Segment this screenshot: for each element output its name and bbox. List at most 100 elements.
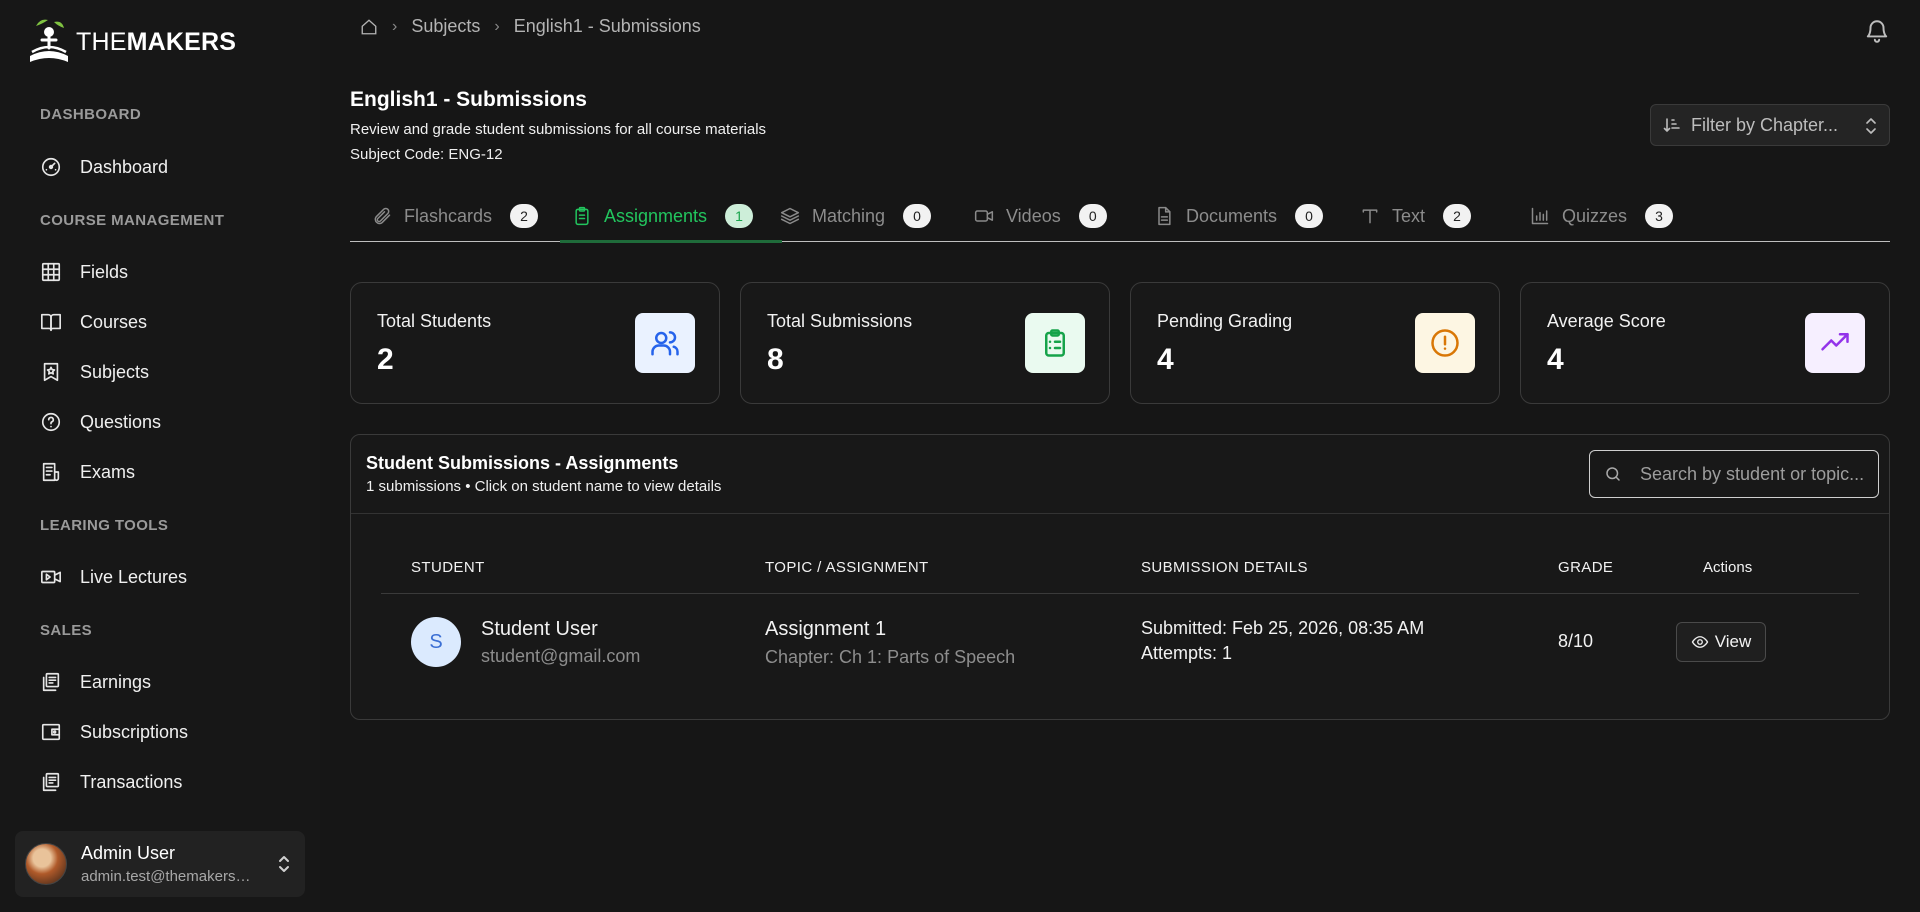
submissions-panel: Student Submissions - Assignments 1 subm… — [350, 434, 1890, 720]
column-header-student: STUDENT — [411, 559, 485, 576]
video-icon — [41, 570, 61, 584]
stat-label: Total Submissions — [767, 311, 913, 331]
chapter-filter-select[interactable]: Filter by Chapter... — [1650, 104, 1890, 146]
tab-videos[interactable]: Videos 0 — [974, 190, 1107, 242]
tab-documents[interactable]: Documents 0 — [1154, 190, 1324, 242]
column-header-submission-details: SUBMISSION DETAILS — [1141, 559, 1308, 576]
search-icon — [1606, 467, 1620, 481]
submitted-date: Submitted: Feb 25, 2026, 08:35 AM — [1141, 618, 1425, 638]
sidebar-item-label: Dashboard — [80, 156, 169, 177]
student-email: student@gmail.com — [481, 646, 641, 666]
brand-logo[interactable]: THEMAKERS — [24, 14, 236, 70]
sidebar-item-label: Exams — [80, 461, 136, 482]
avatar — [25, 843, 67, 885]
video-icon — [974, 210, 994, 222]
assignment-topic: Assignment 1 — [765, 618, 887, 640]
grid-icon — [41, 262, 61, 282]
section-label-sales: SALES — [40, 622, 93, 639]
search-input[interactable] — [1640, 463, 1870, 485]
tab-label: Quizzes — [1562, 205, 1628, 226]
section-label-course-management: COURSE MANAGEMENT — [40, 212, 225, 229]
breadcrumb-subjects[interactable]: Subjects — [411, 16, 480, 37]
gauge-icon — [41, 157, 61, 177]
stat-value: 8 — [767, 343, 784, 376]
view-button-label: View — [1714, 632, 1752, 651]
user-email: admin.test@themakers.com — [81, 868, 253, 885]
grade-value: 8/10 — [1558, 631, 1594, 651]
sidebar-item-label: Live Lectures — [80, 566, 188, 587]
divider — [351, 513, 1889, 514]
home-icon[interactable] — [360, 18, 378, 36]
layers-icon — [780, 207, 800, 225]
tab-flashcards[interactable]: Flashcards 2 — [372, 190, 539, 242]
active-tab-indicator — [560, 240, 782, 243]
tab-count-badge: 0 — [1295, 204, 1324, 228]
sidebar-item-dashboard[interactable]: Dashboard — [40, 152, 168, 182]
stat-icon-box — [1805, 313, 1865, 373]
section-label-dashboard: DASHBOARD — [40, 106, 142, 123]
stat-icon-box — [1025, 313, 1085, 373]
stat-label: Total Students — [377, 311, 492, 331]
logo-mark-icon — [30, 19, 68, 62]
stat-label: Pending Grading — [1157, 311, 1293, 331]
bookmark-star-icon — [43, 362, 59, 382]
sidebar-item-courses[interactable]: Courses — [40, 307, 147, 337]
section-label-learning-tools: LEARING TOOLS — [40, 517, 169, 534]
tab-assignments[interactable]: Assignments 1 — [572, 190, 754, 242]
search-box[interactable] — [1589, 450, 1879, 498]
tab-label: Flashcards — [404, 205, 493, 226]
student-avatar: S — [411, 617, 461, 667]
sort-icon — [1663, 118, 1680, 133]
chevron-right-icon: › — [392, 17, 398, 35]
text-icon — [1362, 209, 1378, 224]
sidebar-item-live-lectures[interactable]: Live Lectures — [40, 562, 187, 592]
page-subtitle: Review and grade student submissions for… — [350, 121, 767, 138]
notifications-button[interactable] — [1864, 18, 1890, 44]
tab-count-badge: 0 — [1078, 204, 1107, 228]
tab-label: Videos — [1006, 205, 1061, 226]
assignment-chapter: Chapter: Ch 1: Parts of Speech — [765, 647, 1016, 667]
question-circle-icon — [41, 412, 61, 432]
view-button[interactable]: View — [1676, 622, 1766, 662]
receipt-stack-icon — [42, 772, 60, 792]
breadcrumb: › Subjects › English1 - Submissions — [360, 16, 701, 37]
paperclip-icon — [374, 207, 391, 225]
sidebar-item-subscriptions[interactable]: Subscriptions — [40, 717, 188, 747]
tab-count-badge: 1 — [725, 204, 754, 228]
sidebar-item-label: Earnings — [80, 671, 152, 692]
sidebar-item-subjects[interactable]: Subjects — [40, 357, 149, 387]
sidebar-item-exams[interactable]: Exams — [40, 457, 135, 487]
sidebar-item-transactions[interactable]: Transactions — [40, 767, 182, 797]
tab-text[interactable]: Text 2 — [1360, 190, 1472, 242]
stat-label: Average Score — [1547, 311, 1666, 331]
tab-count-badge: 0 — [903, 204, 932, 228]
page-title: English1 - Submissions — [350, 88, 587, 111]
attempts-count: Attempts: 1 — [1141, 643, 1233, 663]
tab-matching[interactable]: Matching 0 — [780, 190, 932, 242]
user-menu[interactable]: Admin User admin.test@themakers.com — [15, 831, 305, 897]
panel-title: Student Submissions - Assignments — [366, 453, 679, 473]
column-header-grade: GRADE — [1558, 559, 1614, 576]
student-name-link[interactable]: Student User — [481, 618, 598, 641]
sidebar: THEMAKERS DASHBOARD Dashboard COURSE MAN… — [0, 0, 320, 912]
sidebar-item-earnings[interactable]: Earnings — [40, 667, 151, 697]
chevrons-up-down-icon — [1866, 118, 1876, 134]
tab-count-badge: 3 — [1645, 204, 1674, 228]
brand-name: THEMAKERS — [76, 27, 237, 56]
stat-value: 4 — [1547, 343, 1564, 376]
stat-icon-box — [1415, 313, 1475, 373]
trending-up-icon — [1821, 333, 1849, 351]
stat-card-total-submissions: Total Submissions 8 — [740, 282, 1110, 404]
panel-subtitle: 1 submissions • Click on student name to… — [366, 478, 722, 495]
bar-chart-icon — [1531, 207, 1549, 225]
sidebar-item-fields[interactable]: Fields — [40, 257, 128, 287]
alert-circle-icon — [1431, 329, 1459, 357]
filter-placeholder: Filter by Chapter... — [1691, 114, 1839, 135]
app-root: THEMAKERS DASHBOARD Dashboard COURSE MAN… — [0, 0, 1920, 912]
tab-quizzes[interactable]: Quizzes 3 — [1530, 190, 1674, 242]
header-divider — [381, 593, 1859, 594]
receipt-icon — [42, 462, 60, 482]
breadcrumb-current: English1 - Submissions — [513, 16, 701, 36]
sidebar-item-questions[interactable]: Questions — [40, 407, 161, 437]
users-icon — [651, 331, 679, 356]
